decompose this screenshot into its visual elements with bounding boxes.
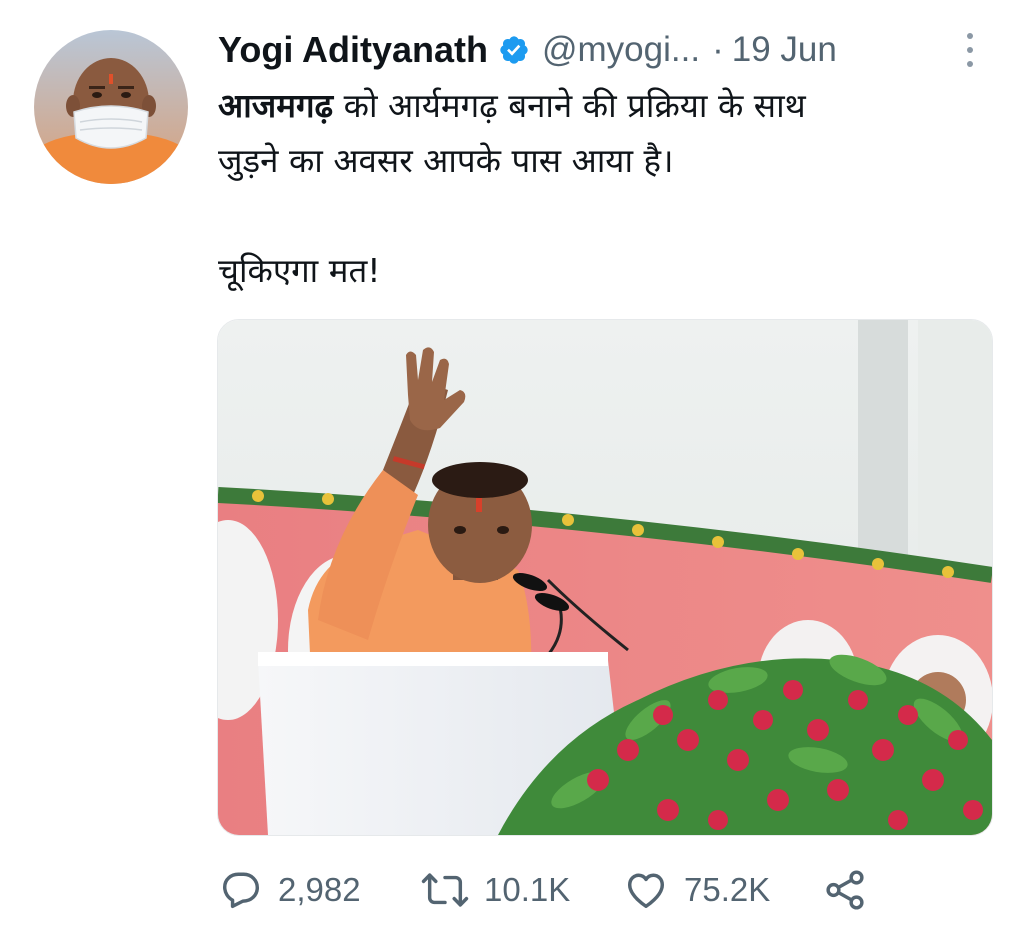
tweet-text: आजमगढ़ को आर्यमगढ़ बनाने की प्रक्रिया के… [218,78,1008,298]
place-name-bold: आजमगढ़ [218,86,334,125]
display-name[interactable]: Yogi Adityanath [218,29,488,71]
avatar-image [34,30,188,184]
avatar[interactable] [34,30,188,184]
tweet-line-3: चूकिएगा मत! [218,251,381,290]
retweet-count: 10.1K [484,871,571,908]
retweet-button[interactable]: 10.1K [420,860,570,920]
more-options-icon[interactable] [958,28,982,72]
verified-badge-icon [498,34,530,66]
tweet-header: Yogi Adityanath @myogi... · 19 Jun [218,22,1008,78]
like-count: 75.2K [684,871,771,908]
tweet-line-1: आजमगढ़ को आर्यमगढ़ बनाने की प्रक्रिया के… [218,78,1008,133]
reply-count: 2,982 [278,871,361,908]
like-button[interactable]: 75.2K [622,860,770,920]
reply-button[interactable]: 2,982 [218,860,361,920]
timestamp[interactable]: 19 Jun [732,30,837,70]
rally-photo [218,320,992,835]
separator-dot: · [712,30,724,69]
share-button[interactable] [822,860,868,920]
tweet-line-1-rest: को आर्यमगढ़ बनाने की प्रक्रिया के साथ [333,86,806,125]
reply-icon [218,867,264,913]
tweet-line-2: जुड़ने का अवसर आपके पास आया है। [218,141,674,180]
share-icon [822,867,868,913]
tweet-actions: 2,982 10.1K 75.2K [218,860,918,920]
retweet-icon [420,867,470,913]
heart-icon [622,867,670,913]
tweet-card[interactable]: Yogi Adityanath @myogi... · 19 Jun आजमगढ… [0,0,1024,946]
user-handle[interactable]: @myogi... [542,30,700,70]
tweet-media-photo[interactable] [217,319,993,836]
